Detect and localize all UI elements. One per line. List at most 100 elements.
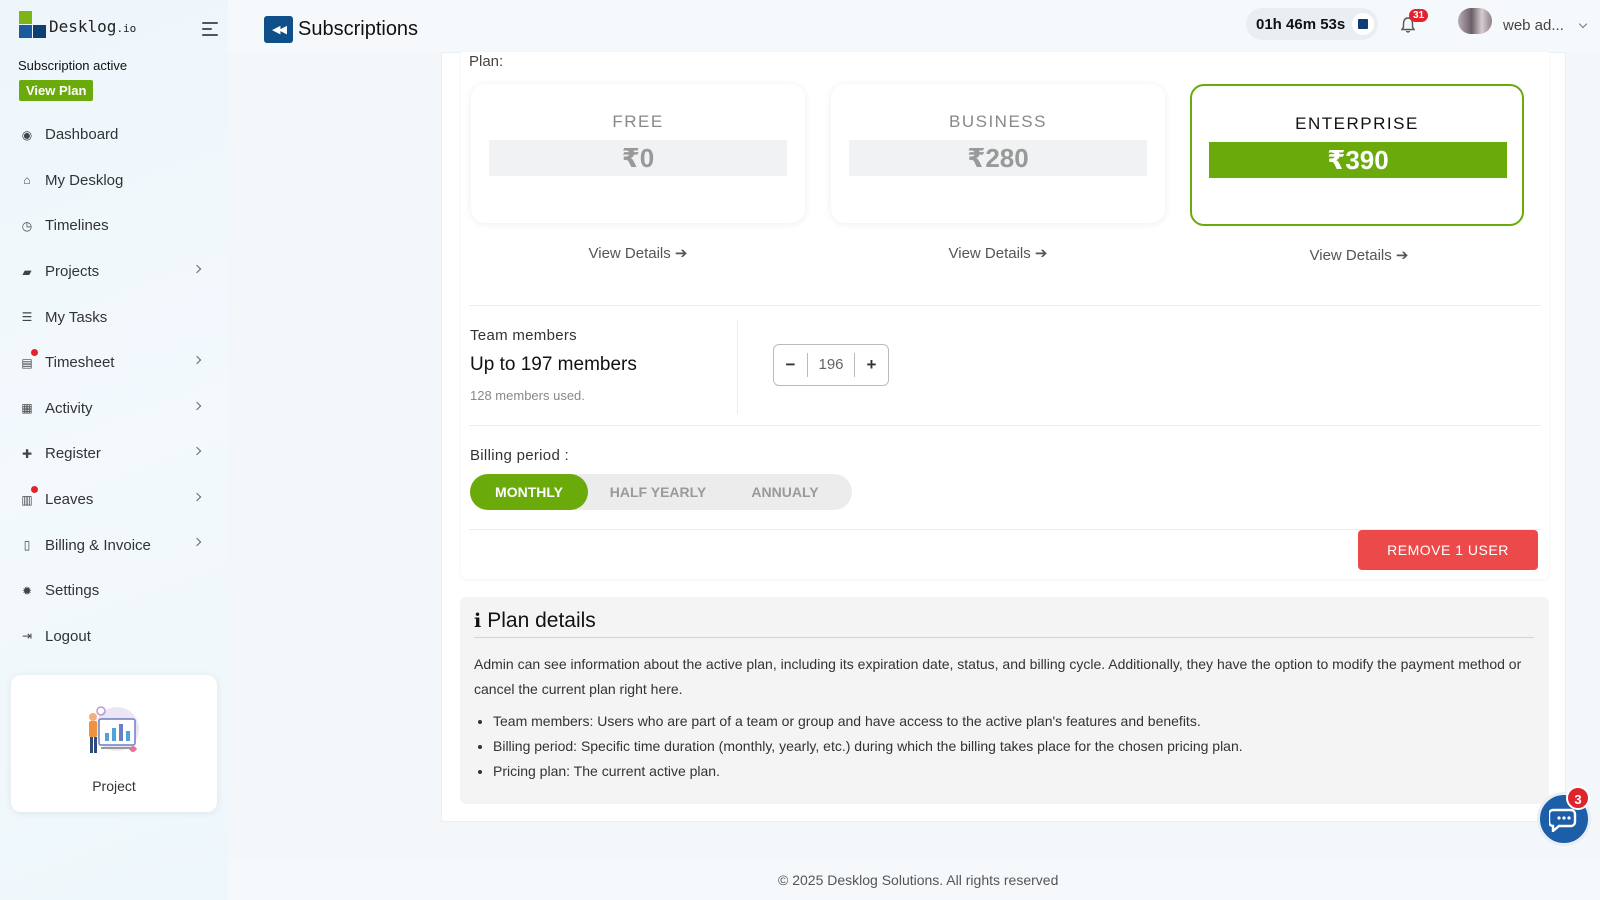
timesheet-icon: ▤ [21,355,33,370]
billing-option-annually[interactable]: ANNUALY [728,474,842,510]
sidebar-item-label: Projects [45,263,100,281]
chevron-right-icon [192,492,202,501]
view-details-link-business[interactable]: View Details ➔ [831,244,1165,262]
plan-name: FREE [612,112,664,131]
sidebar-item-label: My Tasks [45,308,108,326]
timer-value: 01h 46m 53s [1256,15,1346,33]
plan-details-panel: i Plan details Admin can see information… [460,597,1549,804]
plan-name: ENTERPRISE [1295,114,1419,133]
view-plan-button[interactable]: View Plan [19,80,94,101]
sidebar-item-label: Timesheet [45,354,115,372]
avatar[interactable] [1458,8,1492,34]
plan-name: BUSINESS [949,112,1047,131]
logo-text: Desklog.io [49,17,137,36]
sidebar-item-my-tasks[interactable]: ☰ My Tasks [0,294,228,340]
members-stepper: − 196 + [773,344,889,386]
sidebar-item-timesheet[interactable]: ▤ Timesheet [0,340,228,386]
plan-card-free[interactable]: FREE ₹0 [471,84,805,223]
plan-label: Plan: [469,53,504,70]
list-item: Billing period: Specific time duration (… [493,734,1533,759]
view-details-link-free[interactable]: View Details ➔ [471,244,805,262]
decrement-button[interactable]: − [774,355,807,375]
grid-icon: ▦ [21,401,33,416]
user-name[interactable]: web ad... [1503,17,1564,34]
sidebar-item-leaves[interactable]: ▥ Leaves [0,477,228,523]
vertical-divider [737,320,738,414]
clock-icon: ◷ [21,218,33,233]
sidebar-item-label: Logout [45,627,91,645]
sidebar-item-settings[interactable]: ✹ Settings [0,568,228,614]
chevron-down-icon[interactable] [1578,19,1588,29]
sidebar-item-logout[interactable]: ⇥ Logout [0,614,228,660]
sidebar-item-timelines[interactable]: ◷ Timelines [0,203,228,249]
sidebar-nav: ◉ Dashboard ⌂ My Desklog ◷ Timelines ▰ Projects… [0,112,228,659]
sidebar-item-activity[interactable]: ▦ Activity [0,386,228,432]
sidebar-item-label: Leaves [45,491,94,509]
sidebar-item-my-desklog[interactable]: ⌂ My Desklog [0,158,228,204]
sidebar-item-label: Dashboard [45,126,119,144]
sidebar-item-label: Timelines [45,217,109,235]
plan-price: ₹390 [1209,142,1507,178]
chevron-right-icon [192,264,202,274]
sidebar: Desklog.io Subscription active View Plan… [0,0,228,900]
gear-icon: ✹ [21,583,33,598]
list-item: Pricing plan: The current active plan. [493,759,1533,784]
team-members-label: Team members [470,327,577,344]
plan-price: ₹0 [489,140,787,176]
subscription-status: Subscription active [18,58,128,73]
project-card[interactable]: Project [11,675,217,812]
logo[interactable]: Desklog.io [19,11,136,38]
page-title: Subscriptions [298,18,419,40]
plus-icon: ✚ [21,446,33,461]
dashboard-icon: ◉ [21,127,33,142]
sidebar-item-billing-invoice[interactable]: ▯ Billing & Invoice [0,522,228,568]
calendar-icon: ▥ [21,492,33,507]
invoice-icon: ▯ [23,538,31,553]
members-count-input[interactable]: 196 [807,353,855,377]
plan-card-enterprise[interactable]: ENTERPRISE ₹390 [1190,84,1524,226]
list-item: Team members: Users who are part of a te… [493,709,1533,734]
notification-dot [31,485,38,493]
remove-user-button[interactable]: REMOVE 1 USER [1358,530,1538,570]
plan-details-title: Plan details [487,609,596,632]
sidebar-item-register[interactable]: ✚ Register [0,431,228,477]
sidebar-item-projects[interactable]: ▰ Projects [0,249,228,295]
billing-period-label: Billing period : [470,447,570,464]
sidebar-item-dashboard[interactable]: ◉ Dashboard [0,112,228,158]
chevron-right-icon [192,446,202,456]
top-header: ◀◀ Subscriptions 01h 46m 53s 31 web ad..… [228,0,1600,52]
billing-option-half-yearly[interactable]: HALF YEARLY [598,474,718,510]
menu-toggle-icon[interactable] [202,22,218,40]
divider [469,305,1541,306]
sidebar-item-label: Activity [45,399,93,417]
footer: © 2025 Desklog Solutions. All rights res… [228,858,1600,900]
view-details-link-enterprise[interactable]: View Details ➔ [1192,246,1526,264]
plan-details-heading: i Plan details [474,609,596,633]
book-icon: ▰ [22,264,32,279]
subscription-card: Plan: FREE ₹0 View Details ➔ BUSINESS ₹2… [461,52,1549,579]
chevron-right-icon [192,355,202,365]
team-members-used: 128 members used. [470,388,585,403]
divider [469,425,1541,426]
notification-dot [31,348,38,356]
time-tracker: 01h 46m 53s [1246,8,1378,40]
notification-badge: 31 [1409,9,1429,22]
project-card-label: Project [92,778,136,794]
plan-details-list: Team members: Users who are part of a te… [493,709,1533,784]
sidebar-item-label: Billing & Invoice [45,536,151,554]
project-illustration-icon [89,706,139,753]
team-members-value: Up to 197 members [470,354,637,375]
home-icon: ⌂ [23,173,31,188]
billing-option-monthly[interactable]: MONTHLY [470,474,588,510]
back-button[interactable]: ◀◀ [264,16,293,43]
logo-mark-icon [19,11,46,38]
plan-card-business[interactable]: BUSINESS ₹280 [831,84,1165,223]
chat-badge: 3 [1566,786,1590,810]
double-chevron-left-icon: ◀◀ [272,24,287,36]
stop-icon [1358,19,1368,29]
billing-period-toggle: MONTHLY HALF YEARLY ANNUALY [470,474,852,510]
chat-icon [1549,808,1577,832]
increment-button[interactable]: + [855,355,888,375]
timer-stop-button[interactable] [1352,13,1374,35]
chevron-right-icon [192,538,202,547]
